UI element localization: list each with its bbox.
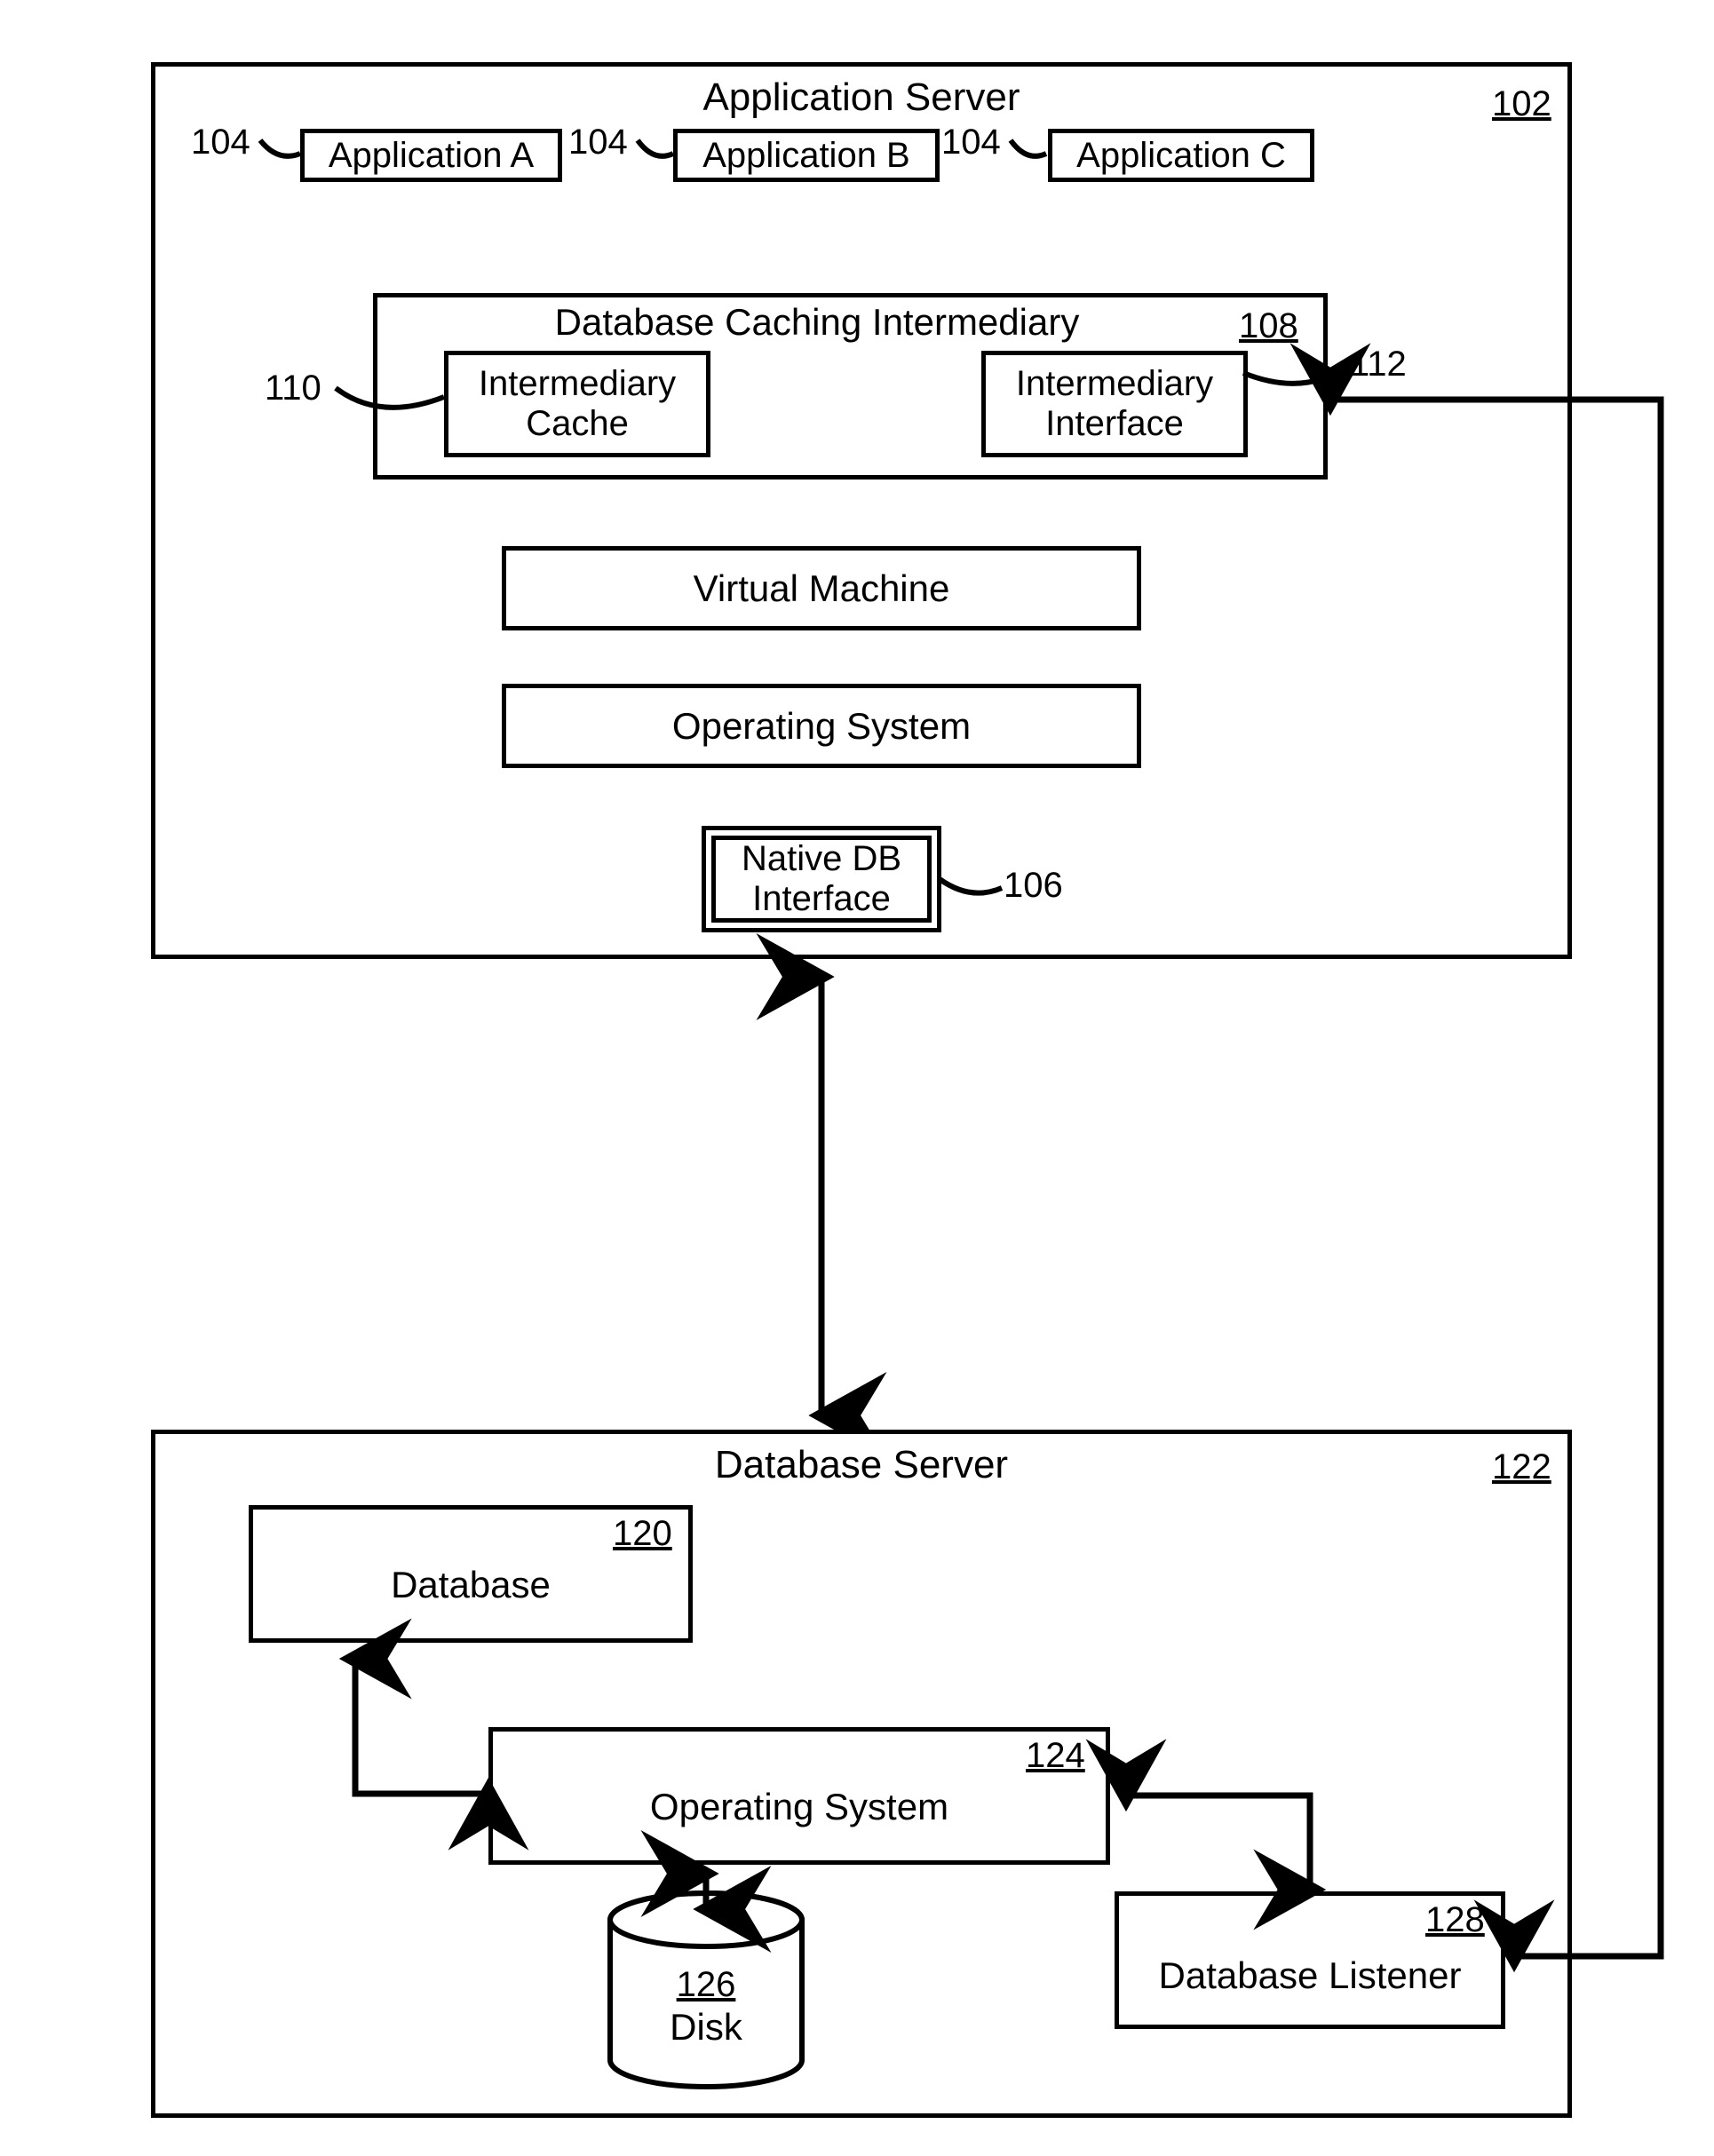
native-db-label-2: Interface [752,879,891,919]
application-b-num: 104 [568,123,628,162]
os-listener-link [1110,1776,1332,1909]
native-db-label-1: Native DB [742,839,901,879]
db-os-num: 124 [1026,1736,1085,1776]
server-link-arrow [799,961,844,1431]
application-c-num: 104 [941,123,1001,162]
database-num: 120 [613,1514,672,1554]
application-b-box: Application B [673,129,940,182]
application-c-box: Application C [1048,129,1314,182]
disk-num: 126 [604,1967,808,2002]
app-os-label: Operating System [672,705,971,748]
dci-num: 108 [1239,306,1298,346]
listener-to-intermediary-link [1314,382,1687,1971]
application-server-num: 102 [1492,84,1551,124]
application-server-title: Application Server [151,75,1572,120]
native-db-num: 106 [1004,866,1063,906]
application-c-label: Application C [1076,136,1286,176]
db-os-label: Operating System [488,1785,1110,1829]
application-a-num: 104 [191,123,250,162]
database-label: Database [249,1563,693,1607]
application-a-label: Application A [329,136,534,176]
intermediary-cache-label-1: Intermediary [479,364,676,404]
application-b-label: Application B [702,136,909,176]
intermediary-interface-num: 112 [1350,345,1407,384]
db-os-link [333,1643,511,1820]
intermediary-cache-label-2: Cache [526,404,629,444]
intermediary-interface-box: Intermediary Interface [981,351,1248,457]
native-db-interface-box: Native DB Interface [702,826,941,932]
virtual-machine-box: Virtual Machine [502,546,1141,630]
intermediary-cache-num: 110 [265,369,321,408]
application-a-box: Application A [300,129,562,182]
intermediary-interface-label-2: Interface [1045,404,1184,444]
disk-label: Disk [604,2007,808,2048]
intermediary-cache-box: Intermediary Cache [444,351,710,457]
dci-title: Database Caching Intermediary [373,302,1261,343]
intermediary-interface-label-1: Intermediary [1016,364,1213,404]
app-os-box: Operating System [502,684,1141,768]
virtual-machine-label: Virtual Machine [694,567,950,610]
os-disk-link [684,1865,728,1918]
